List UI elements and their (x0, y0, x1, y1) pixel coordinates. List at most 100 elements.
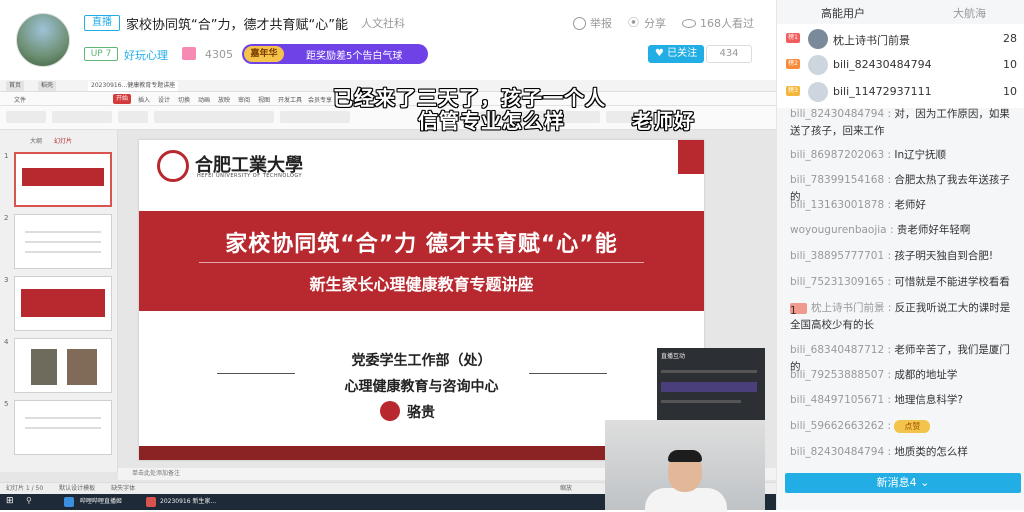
subtitle-line-3: 老师好 (632, 109, 695, 133)
chat-username[interactable]: bili_82430484794 (790, 446, 884, 458)
ribbon-group (154, 111, 274, 123)
report-button[interactable]: 举报 (573, 15, 612, 31)
slide-org-2: 心理健康教育与咨询中心 (344, 379, 499, 395)
rank-row[interactable]: 榜3 bili_11472937111 10 (777, 79, 1024, 105)
live-interaction-overlay: 直播互动 (657, 348, 765, 421)
chat-username[interactable]: bili_86987202063 (790, 149, 884, 161)
streamer-avatar[interactable] (16, 13, 70, 67)
tab-voyage[interactable]: 大航海 (953, 5, 986, 21)
ppt-menu-item: 审阅 (238, 97, 251, 104)
ppt-menu-item: 动画 (198, 97, 211, 104)
rank-row[interactable]: 榜1 枕上诗书门前景 28 (777, 26, 1024, 52)
ribbon-group (280, 111, 350, 123)
room-category[interactable]: 人文社科 (361, 15, 405, 31)
thumb-tab-slides: 幻灯片 (53, 138, 72, 145)
rank-row[interactable]: 榜2 bili_82430484794 10 (777, 52, 1024, 78)
heart-icon: ♥ (654, 48, 664, 59)
webcam-feed (605, 420, 765, 512)
current-slide: 合肥工業大學 HEFEI UNIVERSITY OF TECHNOLOGY 家校… (139, 140, 704, 460)
annual-event-banner[interactable]: 嘉年华 距奖励差5个告白气球 (242, 44, 428, 64)
room-title: 家校协同筑“合”力，德才共育赋“心”能 (126, 18, 348, 33)
chat-message: bili_13163001878 : 老师好 (790, 199, 926, 211)
slide-presenter: 骆贵 (407, 405, 435, 421)
overlay-line (661, 370, 757, 373)
chat-message: bili_86987202063 : In辽宁抚顺 (790, 149, 947, 161)
thumb-line (25, 241, 101, 243)
thumb-photo (31, 349, 57, 385)
chat-message: bili_59662663262 : 点赞 (790, 418, 1018, 435)
chat-message: bili_75231309165 : 可惜就是不能进学校看看 (790, 276, 1010, 288)
ppt-menu-file: 文件 (14, 97, 27, 104)
chat-text: 老师好 (894, 199, 926, 211)
ppt-menu-item: 插入 (138, 97, 151, 104)
slide-counter: 幻灯片 1 / 50 (6, 485, 44, 492)
thumb-number: 1 (4, 152, 9, 160)
new-messages-button[interactable]: 新消息4 ⌄ (785, 473, 1021, 493)
chat-username[interactable]: bili_82430484794 (790, 108, 884, 120)
chat-username[interactable]: bili_78399154168 (790, 174, 884, 186)
slide-thumbnail (14, 214, 112, 269)
university-name-en: HEFEI UNIVERSITY OF TECHNOLOGY (197, 173, 303, 179)
rank-badge: 榜2 (786, 59, 800, 69)
gift-icon (182, 47, 196, 60)
view-count: 168人看过 (682, 15, 754, 31)
ppt-menu-item: 开发工具 (278, 97, 303, 104)
chat-username[interactable]: bili_13163001878 (790, 199, 884, 211)
chat-username[interactable]: bili_79253888507 (790, 369, 884, 381)
slide-thumbnail (14, 276, 112, 331)
thumb-tabs: 大纲 幻灯片 (30, 136, 90, 146)
share-button[interactable]: ⦿ 分享 (628, 15, 666, 31)
thumb-line (25, 417, 101, 419)
chat-username[interactable]: bili_48497105671 (790, 394, 884, 406)
thumb-number: 2 (4, 214, 9, 222)
new-messages-label: 新消息4 (876, 476, 917, 489)
warning-icon (573, 16, 586, 30)
follow-button[interactable]: ♥ 已关注 (648, 45, 704, 63)
thumb-line (25, 231, 101, 233)
chat-message: bili_79253888507 : 成都的地址学 (790, 369, 958, 381)
chat-message: woyougurenbaojia : 贵老师好年轻啊 (790, 224, 971, 236)
area-label[interactable]: 好玩心理 (124, 47, 168, 63)
thumb-band (21, 289, 105, 317)
chat-username[interactable]: 枕上诗书门前景 (811, 302, 885, 314)
chat-message: bili_48497105671 : 地理信息科学? (790, 394, 963, 406)
tab-high-energy[interactable]: 高能用户 (821, 5, 865, 21)
slide-thumbnail-panel: 大纲 幻灯片 1 2 3 4 5 (0, 130, 118, 472)
chat-text: 贵老师好年轻啊 (896, 224, 971, 236)
sidebar-bottom-bar (777, 496, 1024, 510)
slide-thumbnail (14, 152, 112, 207)
ppt-menu-item: 放映 (218, 97, 231, 104)
live-badge: 直播 (84, 15, 120, 31)
chat-username[interactable]: woyougurenbaojia (790, 224, 887, 236)
chat-text: 地质类的怎么样 (894, 446, 968, 458)
ribbon-group (52, 111, 112, 123)
theme-label: 默认设计模板 (59, 485, 96, 492)
annual-progress-text: 距奖励差5个告白气球 (306, 51, 403, 62)
chat-username[interactable]: bili_38895777701 (790, 250, 884, 262)
chat-username[interactable]: bili_75231309165 (790, 276, 884, 288)
fan-medal: 1 (790, 302, 807, 317)
slide-divider (199, 262, 644, 263)
rank-name: bili_82430484794 (833, 58, 932, 71)
room-header: 直播 家校协同筑“合”力，德才共育赋“心”能 人文社科 举报 ⦿ 分享 168人… (0, 0, 776, 74)
ribbon-group (6, 111, 46, 123)
follower-count: 434 (706, 45, 752, 63)
slide-rule-right (529, 373, 607, 374)
chat-message: bili_82430484794 : 对，因为工作原因，如果送了孩子，回来工作 (790, 108, 1010, 137)
chat-username[interactable]: bili_68340487712 (790, 344, 884, 356)
view-count-label: 168人看过 (700, 17, 754, 30)
chat-message: bili_38895777701 : 孩子明天独自到合肥! (790, 250, 994, 262)
missing-font-label: 缺失字体 (111, 485, 136, 492)
zoom-label: 缩放 (560, 485, 573, 492)
chat-text: 地理信息科学? (894, 394, 963, 406)
chat-username[interactable]: bili_59662663262 (790, 420, 884, 432)
overlay-highlight (661, 382, 757, 392)
avatar (808, 55, 828, 75)
windows-start-icon: ⊞ (6, 496, 14, 506)
rank-score: 10 (1003, 85, 1017, 98)
thumb-photo (67, 349, 97, 385)
search-icon: ⚲ (26, 496, 32, 505)
slide-title: 家校协同筑“合”力 德才共育赋“心”能 (225, 232, 618, 257)
avatar (808, 82, 828, 102)
taskbar-item-ppt: 20230916 新生家... (160, 498, 217, 505)
